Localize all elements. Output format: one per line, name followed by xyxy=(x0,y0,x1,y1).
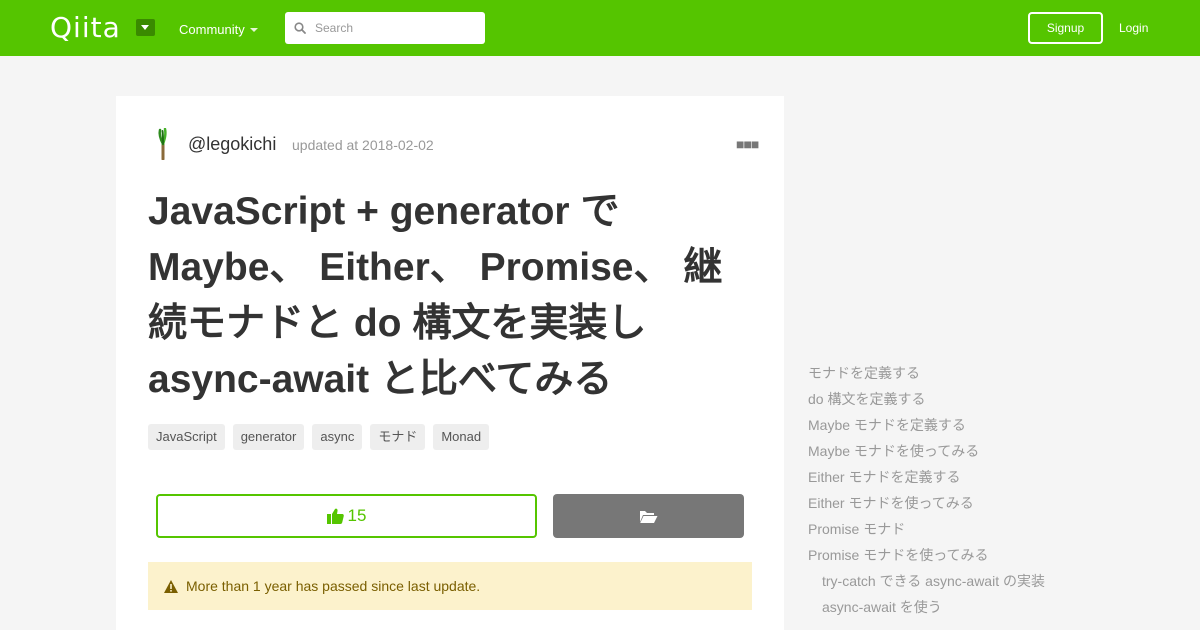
toc-item[interactable]: do 構文を定義する xyxy=(808,388,1188,414)
chevron-down-icon xyxy=(250,28,258,32)
search-icon xyxy=(294,22,306,34)
tag-list: JavaScript generator async モナド Monad xyxy=(148,424,490,450)
logo-dropdown-button[interactable] xyxy=(136,19,155,36)
toc-item[interactable]: Maybe モナドを使ってみる xyxy=(808,440,1188,466)
like-count: 15 xyxy=(347,506,367,525)
tag-monad[interactable]: Monad xyxy=(433,424,490,450)
search-box[interactable] xyxy=(285,12,485,44)
table-of-contents: モナドを定義する do 構文を定義する Maybe モナドを定義する Maybe… xyxy=(808,362,1188,622)
tag-javascript[interactable]: JavaScript xyxy=(148,424,225,450)
tag-generator[interactable]: generator xyxy=(232,424,305,450)
tag-monad-ja[interactable]: モナド xyxy=(370,424,426,450)
updated-date: updated at 2018-02-02 xyxy=(292,137,434,153)
folder-open-icon xyxy=(640,510,658,523)
title-line: async-await と比べてみる xyxy=(148,358,613,401)
toc-item[interactable]: Promise モナド xyxy=(808,518,1188,544)
warning-icon xyxy=(164,579,178,593)
login-link[interactable]: Login xyxy=(1119,21,1148,35)
toc-subitem[interactable]: try-catch できる async-await の実装 xyxy=(808,570,1188,596)
toc-item[interactable]: Either モナドを定義する xyxy=(808,466,1188,492)
community-menu[interactable]: Community xyxy=(179,22,245,37)
stock-button[interactable] xyxy=(553,494,744,538)
title-line: JavaScript + generator で xyxy=(148,190,620,233)
toc-item[interactable]: モナドを定義する xyxy=(808,362,1188,388)
signup-button[interactable]: Signup xyxy=(1028,12,1103,44)
title-line: 続モナドと do 構文を実装し xyxy=(148,302,647,345)
alert-text: More than 1 year has passed since last u… xyxy=(186,578,481,594)
search-input[interactable] xyxy=(315,12,480,44)
toc-subitem[interactable]: async-await を使う xyxy=(808,596,1188,622)
toc-item[interactable]: Maybe モナドを定義する xyxy=(808,414,1188,440)
toc-item[interactable]: Promise モナドを使ってみる xyxy=(808,544,1188,570)
title-line: Maybe、 Either、 Promise、 継 xyxy=(148,246,723,289)
more-options-icon[interactable]: ■■■ xyxy=(736,136,759,152)
author-name[interactable]: @legokichi xyxy=(188,134,276,155)
avatar[interactable] xyxy=(154,128,172,160)
thumbs-up-icon xyxy=(326,508,344,524)
like-button[interactable]: 15 xyxy=(156,494,537,538)
qiita-logo[interactable]: Qiita xyxy=(50,14,121,42)
global-header: Qiita Community Signup Login xyxy=(0,0,1200,56)
outdated-alert: More than 1 year has passed since last u… xyxy=(148,562,752,610)
article-title: JavaScript + generator で Maybe、 Either、 … xyxy=(148,184,748,408)
tag-async[interactable]: async xyxy=(312,424,363,450)
toc-item[interactable]: Either モナドを使ってみる xyxy=(808,492,1188,518)
